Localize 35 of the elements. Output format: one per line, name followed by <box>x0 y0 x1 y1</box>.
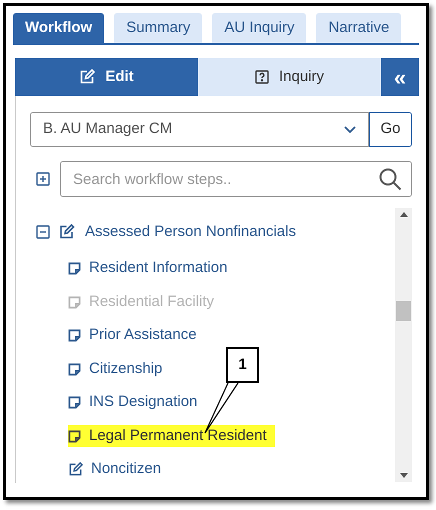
mode-tab[interactable]: Edit <box>15 58 198 96</box>
mode-tab[interactable]: Inquiry <box>198 58 381 96</box>
chevron-down-icon <box>344 126 356 134</box>
edit-icon <box>68 462 83 477</box>
scroll-thumb[interactable] <box>396 301 411 321</box>
tab[interactable]: AU Inquiry <box>212 13 306 43</box>
workflow-dropdown[interactable]: B. AU Manager CM <box>30 112 369 147</box>
collapse-button[interactable]: « <box>381 58 419 96</box>
note-icon <box>68 296 81 308</box>
edit-icon <box>79 69 96 85</box>
edit-icon <box>58 224 75 240</box>
tree-item[interactable]: Noncitizen <box>91 458 162 481</box>
tab[interactable]: Workflow <box>13 13 104 43</box>
note-icon <box>68 362 81 376</box>
tree-item[interactable]: Assessed Person Nonfinancials <box>85 220 296 244</box>
collapse-icon[interactable] <box>36 225 50 239</box>
note-icon <box>68 396 81 409</box>
note-icon <box>68 262 81 275</box>
search-field[interactable]: Search workflow steps.. <box>60 161 412 197</box>
tab[interactable]: Narrative <box>316 13 402 43</box>
expand-all-icon[interactable] <box>36 172 50 186</box>
note-icon <box>68 329 81 342</box>
tree-item[interactable]: Prior Assistance <box>89 324 197 347</box>
tree-item[interactable]: INS Designation <box>89 391 198 414</box>
search-icon[interactable] <box>378 167 402 191</box>
callout-number: 1 <box>226 347 259 383</box>
help-icon <box>254 70 269 84</box>
scrollbar[interactable] <box>395 208 412 482</box>
tab[interactable]: Summary <box>114 13 202 43</box>
tree-item[interactable]: Citizenship <box>89 358 162 380</box>
go-button[interactable]: Go <box>369 112 412 147</box>
note-icon <box>68 430 81 442</box>
scroll-up-icon[interactable] <box>400 212 408 217</box>
tree-item[interactable]: Resident Information <box>89 257 228 280</box>
scroll-down-icon[interactable] <box>400 473 408 478</box>
